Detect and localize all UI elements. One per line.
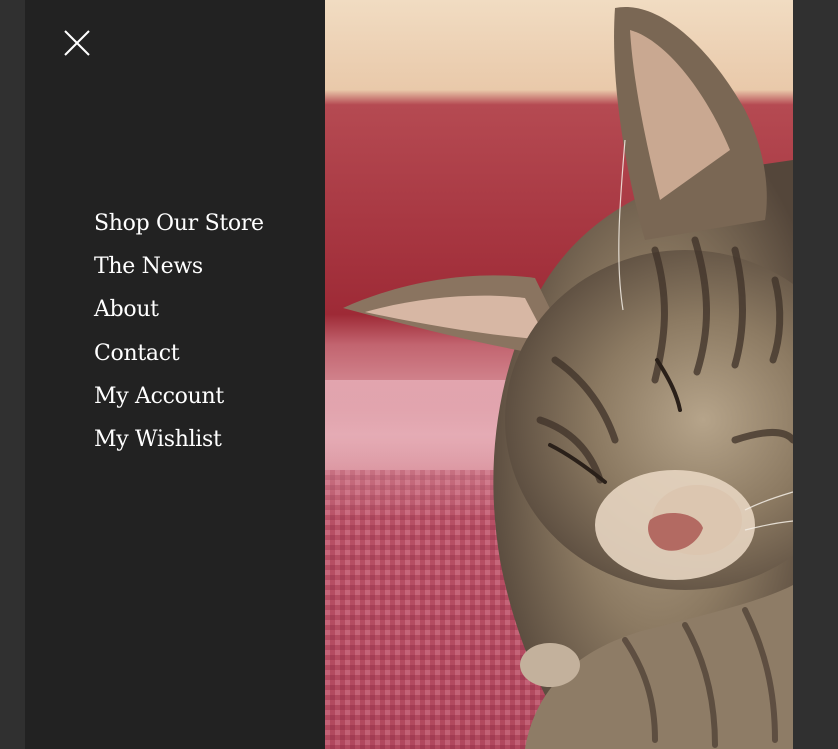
nav-item-my-wishlist[interactable]: My Wishlist (94, 422, 264, 465)
nav-item-shop-our-store[interactable]: Shop Our Store (94, 206, 264, 249)
page-frame: Shop Our Store The News About Contact My… (0, 0, 838, 749)
page-gutter-right (793, 0, 838, 749)
cat-photo-illustration (325, 0, 793, 749)
close-menu-button[interactable] (62, 28, 92, 58)
nav-item-contact[interactable]: Contact (94, 336, 264, 379)
close-icon (64, 30, 90, 56)
hero-photo (325, 0, 793, 749)
nav-item-my-account[interactable]: My Account (94, 379, 264, 422)
nav-item-the-news[interactable]: The News (94, 249, 264, 292)
nav-menu-panel: Shop Our Store The News About Contact My… (25, 0, 325, 749)
main-nav: Shop Our Store The News About Contact My… (94, 206, 264, 465)
nav-item-about[interactable]: About (94, 292, 264, 335)
